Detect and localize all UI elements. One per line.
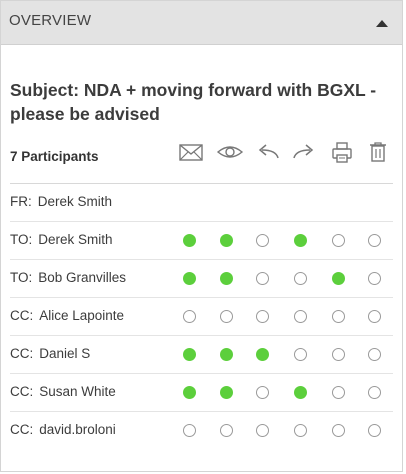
status-dot-inactive (256, 272, 269, 285)
participant-name: Daniel S (39, 346, 91, 361)
caret-up-icon[interactable] (372, 13, 392, 33)
status-dot-inactive (368, 234, 381, 247)
status-dot-inactive (332, 424, 345, 437)
status-dot-active (220, 272, 233, 285)
status-dot-inactive (220, 424, 233, 437)
status-dot-inactive (368, 386, 381, 399)
participant-name: Alice Lapointe (39, 308, 125, 323)
status-dot-inactive (368, 348, 381, 361)
participants-list: FR: Derek Smith TO: Derek Smith TO: Bob Granv… (1, 184, 402, 449)
status-dot-active (183, 272, 196, 285)
status-dot-active (220, 386, 233, 399)
participant-label: CC: Susan White (10, 384, 116, 399)
participant-role: CC: (10, 346, 34, 361)
eye-icon[interactable] (216, 138, 244, 166)
overview-title: OVERVIEW (9, 12, 92, 29)
reply-icon[interactable] (254, 138, 282, 166)
status-dot-inactive (294, 424, 307, 437)
status-dot-inactive (368, 310, 381, 323)
participant-name: Derek Smith (38, 232, 113, 247)
status-dot-inactive (256, 424, 269, 437)
participant-row[interactable]: FR: Derek Smith (10, 184, 393, 222)
participant-row[interactable]: TO: Bob Granvilles (10, 260, 393, 298)
participant-role: CC: (10, 422, 34, 437)
participant-row[interactable]: CC: Susan White (10, 374, 393, 412)
status-dot-inactive (220, 310, 233, 323)
status-dot-active (294, 234, 307, 247)
participant-role: CC: (10, 308, 34, 323)
participant-role: TO: (10, 270, 33, 285)
participant-role: TO: (10, 232, 33, 247)
overview-panel: OVERVIEW Subject: NDA + moving forward w… (0, 0, 403, 472)
status-dot-inactive (368, 424, 381, 437)
status-dot-inactive (294, 348, 307, 361)
participant-role: FR: (10, 194, 32, 209)
status-dot-active (183, 348, 196, 361)
status-dot-inactive (183, 310, 196, 323)
participant-row[interactable]: CC: david.broloni (10, 412, 393, 449)
status-dot-active (183, 234, 196, 247)
participant-label: FR: Derek Smith (10, 194, 112, 209)
status-dot-inactive (332, 310, 345, 323)
status-dot-inactive (256, 386, 269, 399)
participant-name: Susan White (39, 384, 116, 399)
participant-role: CC: (10, 384, 34, 399)
status-dot-active (294, 386, 307, 399)
status-dot-inactive (368, 272, 381, 285)
participant-label: CC: Alice Lapointe (10, 308, 124, 323)
status-dot-inactive (294, 310, 307, 323)
status-dot-active (332, 272, 345, 285)
envelope-icon[interactable] (177, 138, 205, 166)
participants-toolbar: 7 Participants (1, 136, 402, 176)
trash-icon[interactable] (364, 138, 392, 166)
status-dot-active (256, 348, 269, 361)
participant-label: CC: david.broloni (10, 422, 116, 437)
status-dot-active (183, 386, 196, 399)
status-dot-inactive (256, 310, 269, 323)
participant-label: TO: Derek Smith (10, 232, 113, 247)
status-dot-active (220, 348, 233, 361)
status-dot-inactive (256, 234, 269, 247)
participant-name: Derek Smith (37, 194, 113, 209)
participant-name: david.broloni (39, 422, 116, 437)
participant-row[interactable]: CC: Alice Lapointe (10, 298, 393, 336)
participant-label: CC: Daniel S (10, 346, 90, 361)
status-dot-inactive (183, 424, 196, 437)
participants-count: 7 Participants (10, 149, 99, 164)
participant-name: Bob Granvilles (38, 270, 127, 285)
overview-header[interactable]: OVERVIEW (1, 1, 402, 45)
participant-row[interactable]: CC: Daniel S (10, 336, 393, 374)
participant-row[interactable]: TO: Derek Smith (10, 222, 393, 260)
status-dot-inactive (332, 386, 345, 399)
status-dot-active (220, 234, 233, 247)
participant-label: TO: Bob Granvilles (10, 270, 126, 285)
status-dot-inactive (294, 272, 307, 285)
status-dot-inactive (332, 348, 345, 361)
forward-icon[interactable] (290, 138, 318, 166)
email-subject: Subject: NDA + moving forward with BGXL … (10, 80, 377, 124)
status-dot-inactive (332, 234, 345, 247)
print-icon[interactable] (328, 138, 356, 166)
